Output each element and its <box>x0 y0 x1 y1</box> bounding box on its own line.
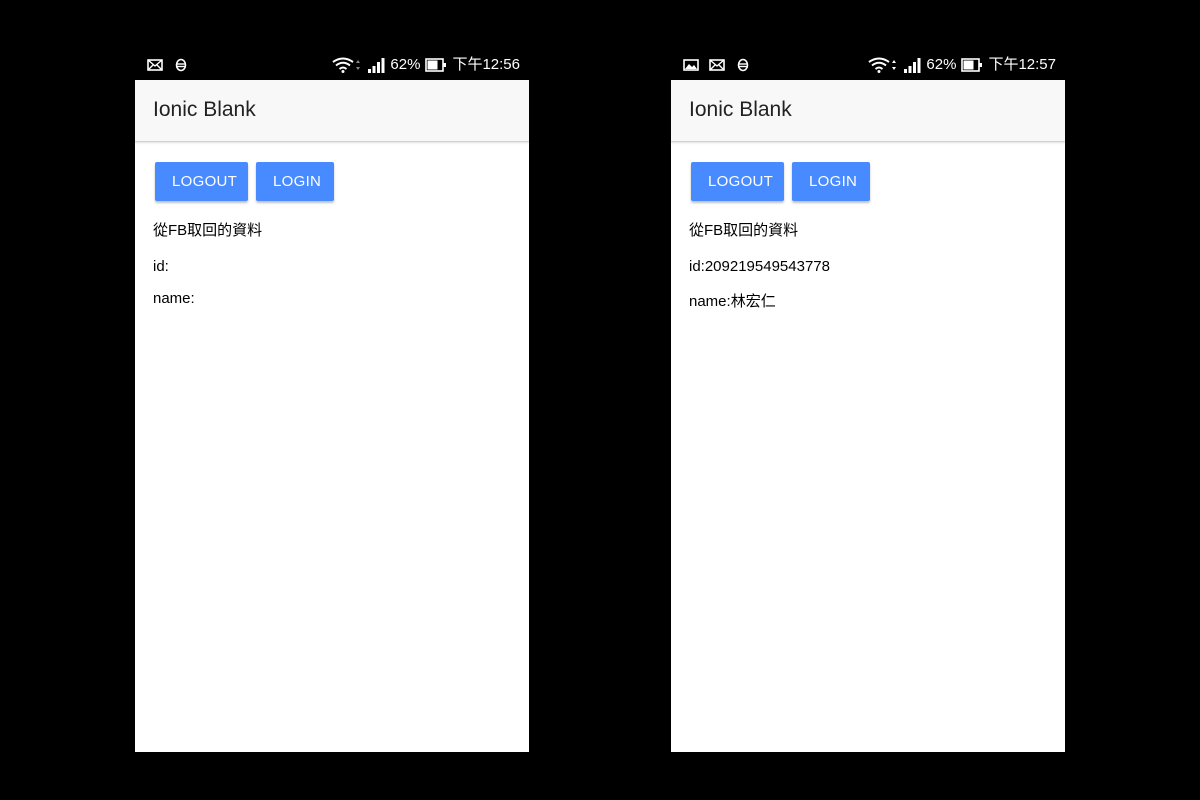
mail-icon <box>709 58 725 72</box>
logout-button[interactable]: LOGOUT <box>155 162 248 201</box>
name-line: name: <box>153 290 195 307</box>
app-screen: Ionic Blank LOGOUT LOGIN 從FB取回的資料 id:209… <box>671 80 1065 752</box>
app-screen: Ionic Blank LOGOUT LOGIN 從FB取回的資料 id: na… <box>135 80 529 752</box>
signal-icon <box>367 58 385 73</box>
phone-screen-before: 62% 下午12:56 Ionic Blank LOGOUT LOGIN 從FB… <box>135 50 529 752</box>
toolbar: Ionic Blank <box>135 80 529 142</box>
battery-icon <box>961 58 983 72</box>
battery-icon <box>425 58 447 72</box>
toolbar: Ionic Blank <box>671 80 1065 142</box>
page-title: Ionic Blank <box>689 98 792 121</box>
mail-icon <box>147 58 163 72</box>
logout-button[interactable]: LOGOUT <box>691 162 784 201</box>
fb-data-heading: 從FB取回的資料 <box>689 222 799 239</box>
clock: 下午12:56 <box>452 56 520 73</box>
battery-percent: 62% <box>390 56 421 73</box>
login-button[interactable]: LOGIN <box>792 162 870 201</box>
image-icon <box>683 58 699 72</box>
signal-icon <box>903 58 921 73</box>
clock: 下午12:57 <box>988 56 1056 73</box>
wifi-icon <box>868 57 898 73</box>
id-line: id:209219549543778 <box>689 258 830 275</box>
battery-percent: 62% <box>926 56 957 73</box>
sync-icon <box>173 58 189 72</box>
content: LOGOUT LOGIN 從FB取回的資料 id:209219549543778… <box>671 142 1065 311</box>
status-bar: 62% 下午12:57 <box>671 50 1065 80</box>
button-row: LOGOUT LOGIN <box>691 162 1047 201</box>
button-row: LOGOUT LOGIN <box>155 162 511 201</box>
status-bar: 62% 下午12:56 <box>135 50 529 80</box>
phone-screen-after: 62% 下午12:57 Ionic Blank LOGOUT LOGIN 從FB… <box>671 50 1065 752</box>
name-line: name:林宏仁 <box>689 293 776 310</box>
id-line: id: <box>153 258 169 275</box>
login-button[interactable]: LOGIN <box>256 162 334 201</box>
content: LOGOUT LOGIN 從FB取回的資料 id: name: <box>135 142 529 308</box>
page-title: Ionic Blank <box>153 98 256 121</box>
wifi-icon <box>332 57 362 73</box>
fb-data-heading: 從FB取回的資料 <box>153 222 263 239</box>
sync-icon <box>735 58 751 72</box>
